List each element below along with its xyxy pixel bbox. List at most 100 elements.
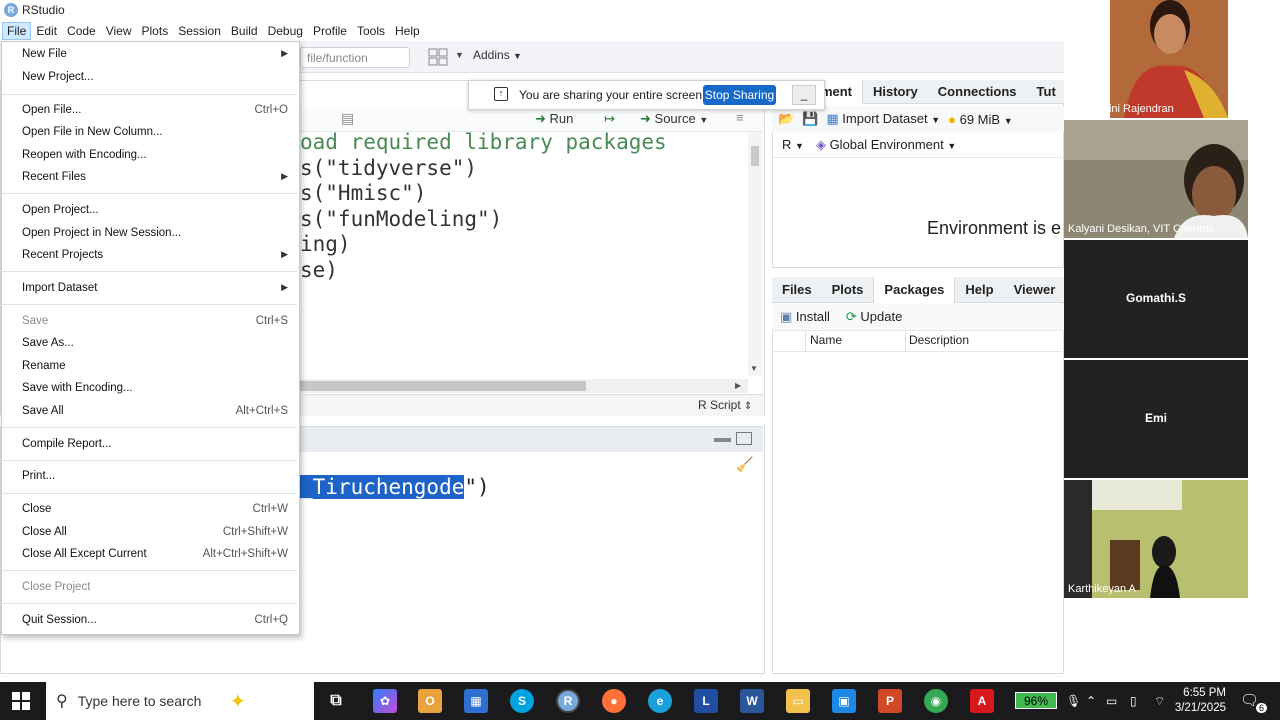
firefox-icon[interactable]: ●: [602, 689, 626, 713]
rstudio-taskbar-icon[interactable]: R: [556, 689, 580, 713]
file-type-selector[interactable]: R Script ⇕: [698, 398, 752, 412]
menu-session[interactable]: Session: [173, 22, 226, 40]
scope-selector[interactable]: ◈ Global Environment ▼: [816, 137, 956, 153]
taskbar-search-box[interactable]: ⚲ Type here to search ✦: [46, 682, 314, 720]
task-view-icon[interactable]: ⧉: [324, 689, 348, 713]
open-folder-icon[interactable]: 📂: [778, 111, 794, 127]
l-app-icon[interactable]: L: [694, 689, 718, 713]
file-menu-item[interactable]: Print...: [22, 470, 288, 482]
menu-profile[interactable]: Profile: [308, 22, 352, 40]
file-menu-item[interactable]: Quit Session... Ctrl+Q: [22, 614, 288, 626]
column-name[interactable]: Name: [810, 333, 842, 347]
menu-view[interactable]: View: [101, 22, 137, 40]
memory-usage[interactable]: ● 69 MiB ▼: [948, 112, 1013, 127]
chevron-down-icon[interactable]: ▼: [455, 50, 464, 60]
file-menu-item[interactable]: Save with Encoding...: [22, 382, 288, 394]
file-menu-item[interactable]: Open File in New Column...: [22, 126, 288, 138]
compile-report-icon[interactable]: ▤: [341, 110, 354, 127]
file-menu-item[interactable]: New Project...: [22, 71, 288, 83]
workspace-panes-icon[interactable]: [428, 48, 448, 66]
menu-file[interactable]: File: [2, 21, 32, 40]
participant-tile[interactable]: Dr.S.Nalini Rajendran: [1064, 0, 1248, 118]
battery-tray-icon[interactable]: ▯: [1130, 694, 1137, 708]
taskbar-clock[interactable]: 6:55 PM 3/21/2025: [1174, 686, 1226, 716]
tab-files[interactable]: Files: [772, 277, 822, 303]
tab-history[interactable]: History: [863, 80, 928, 104]
editor-vertical-scrollbar[interactable]: [748, 132, 762, 376]
console-output-line[interactable]: _Tiruchengode"): [300, 475, 490, 499]
tab-plots[interactable]: Plots: [822, 277, 874, 303]
menu-build[interactable]: Build: [226, 22, 263, 40]
stop-sharing-button[interactable]: Stop Sharing: [703, 85, 776, 105]
run-button[interactable]: ➜ Run: [535, 111, 573, 127]
menu-debug[interactable]: Debug: [263, 22, 308, 40]
participant-tile[interactable]: Kalyani Desikan, VIT Chennai: [1064, 120, 1248, 238]
file-explorer-icon[interactable]: ▭: [786, 689, 810, 713]
file-menu-item[interactable]: Open File... Ctrl+O: [22, 104, 288, 116]
minimize-pane-icon[interactable]: [714, 438, 731, 442]
goto-file-function-input[interactable]: file/function: [300, 47, 410, 68]
tab-tutorial[interactable]: Tut: [1027, 80, 1066, 104]
outline-icon[interactable]: ≡: [736, 110, 744, 125]
maximize-pane-icon[interactable]: [736, 432, 752, 445]
store-icon[interactable]: ▦: [464, 689, 488, 713]
file-menu-item[interactable]: Open Project...: [22, 204, 288, 216]
file-menu-item[interactable]: Close All Except Current Alt+Ctrl+Shift+W: [22, 548, 288, 560]
window-app-icon[interactable]: ▣: [832, 689, 856, 713]
skype-icon[interactable]: S: [510, 689, 534, 713]
addins-menu[interactable]: Addins ▼: [473, 48, 522, 62]
rerun-icon[interactable]: ↦: [604, 111, 615, 127]
file-menu-item[interactable]: Open Project in New Session...: [22, 227, 288, 239]
tab-viewer[interactable]: Viewer: [1004, 277, 1066, 303]
update-button[interactable]: ⟳ Update: [846, 309, 902, 325]
file-menu-item[interactable]: Reopen with Encoding...: [22, 149, 288, 161]
word-icon[interactable]: W: [740, 689, 764, 713]
network-device-icon[interactable]: ▭: [1106, 694, 1117, 708]
code-line: s("tidyverse"): [300, 155, 478, 180]
file-menu-item[interactable]: Save All Alt+Ctrl+S: [22, 405, 288, 417]
file-menu-item[interactable]: Import Dataset ▶: [22, 282, 288, 294]
code-editor[interactable]: oad required library packages s("tidyvers…: [300, 130, 667, 284]
editor-horizontal-scrollbar[interactable]: [300, 379, 748, 393]
file-menu-item[interactable]: New File ▶: [22, 48, 288, 60]
scroll-right-icon[interactable]: ▶: [735, 381, 741, 390]
menu-edit[interactable]: Edit: [31, 22, 62, 40]
file-menu-item[interactable]: Recent Files ▶: [22, 171, 288, 183]
acrobat-icon[interactable]: A: [970, 689, 994, 713]
clear-console-icon[interactable]: 🧹: [736, 456, 753, 473]
source-button[interactable]: ➜ Source ▼: [640, 111, 708, 127]
edge-icon[interactable]: e: [648, 689, 672, 713]
file-menu-item[interactable]: Recent Projects ▶: [22, 249, 288, 261]
file-menu-item[interactable]: Save As...: [22, 337, 288, 349]
menu-tools[interactable]: Tools: [352, 22, 390, 40]
file-menu-item[interactable]: Rename: [22, 360, 288, 372]
wifi-icon[interactable]: ⌔: [1154, 694, 1165, 709]
powerpoint-icon[interactable]: P: [878, 689, 902, 713]
chevron-up-icon[interactable]: ⌃: [1086, 694, 1096, 708]
tab-packages[interactable]: Packages: [873, 276, 956, 303]
save-workspace-icon[interactable]: 💾: [802, 111, 818, 127]
tab-help[interactable]: Help: [955, 277, 1003, 303]
menu-help[interactable]: Help: [390, 22, 425, 40]
battery-indicator[interactable]: 96%: [1015, 692, 1057, 709]
outlook-icon[interactable]: O: [418, 689, 442, 713]
chrome-icon[interactable]: ◉: [924, 689, 948, 713]
participant-tile[interactable]: Emi: [1064, 360, 1248, 478]
language-selector[interactable]: R ▼: [782, 137, 804, 152]
scroll-down-icon[interactable]: ▼: [750, 364, 758, 373]
microphone-icon[interactable]: 🎙: [1066, 694, 1081, 708]
copilot-icon[interactable]: ✿: [373, 689, 397, 713]
file-menu-item[interactable]: Compile Report...: [22, 438, 288, 450]
minimize-banner-button[interactable]: _: [792, 85, 816, 105]
file-menu-item[interactable]: Close All Ctrl+Shift+W: [22, 526, 288, 538]
menu-code[interactable]: Code: [62, 22, 101, 40]
participant-tile[interactable]: Karthikeyan A: [1064, 480, 1248, 598]
tab-connections[interactable]: Connections: [928, 80, 1027, 104]
import-dataset-button[interactable]: ▦ Import Dataset ▼: [826, 111, 940, 127]
install-button[interactable]: ▣ Install: [780, 309, 830, 325]
file-menu-item[interactable]: Close Ctrl+W: [22, 503, 288, 515]
menu-plots[interactable]: Plots: [137, 22, 174, 40]
participant-tile[interactable]: Gomathi.S: [1064, 240, 1248, 358]
column-description[interactable]: Description: [909, 333, 969, 347]
windows-start-icon[interactable]: [12, 692, 30, 710]
